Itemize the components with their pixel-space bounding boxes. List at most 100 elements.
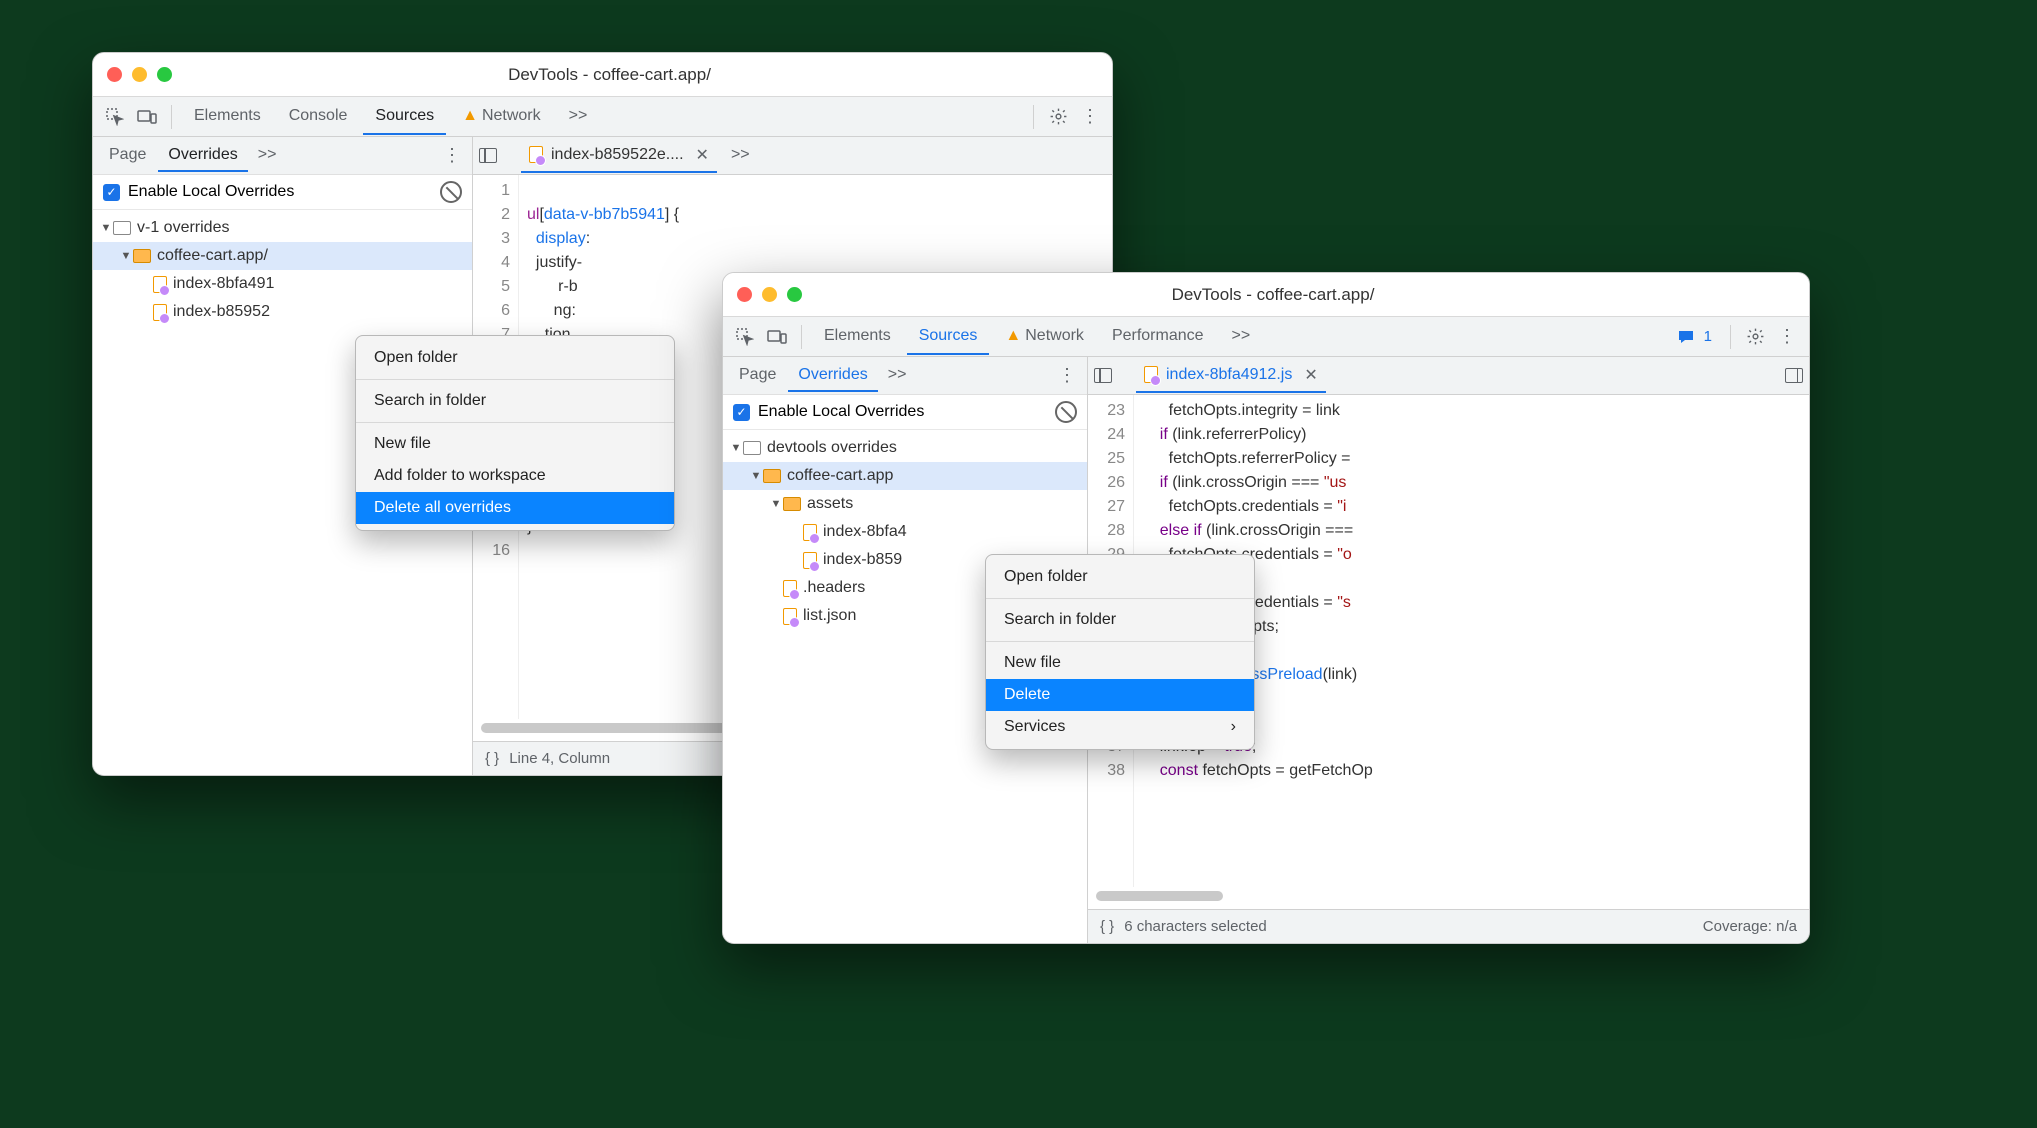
tab-network[interactable]: ▲Network <box>450 99 553 135</box>
menu-services-label: Services <box>1004 718 1065 736</box>
menu-search-folder[interactable]: Search in folder <box>356 385 674 417</box>
close-icon[interactable] <box>737 287 752 302</box>
file-icon <box>153 304 167 321</box>
kebab-icon[interactable]: ⋮ <box>438 142 466 170</box>
tree-file[interactable]: index-8bfa491 <box>93 270 472 298</box>
tabs-more[interactable]: >> <box>557 99 600 135</box>
braces-icon[interactable]: { } <box>485 750 499 767</box>
main-toolbar: Elements Console Sources ▲Network >> ⋮ <box>93 97 1112 137</box>
sidebar-tabs: Page Overrides >> ⋮ <box>723 357 1087 395</box>
gear-icon[interactable] <box>1741 323 1769 351</box>
folder-icon <box>113 221 131 235</box>
menu-new-file[interactable]: New file <box>356 428 674 460</box>
panel-right-icon[interactable] <box>1785 368 1803 383</box>
tabs-more[interactable]: >> <box>1220 319 1263 355</box>
scrollbar-horizontal[interactable] <box>1096 891 1801 905</box>
menu-open-folder[interactable]: Open folder <box>356 342 674 374</box>
tab-console[interactable]: Console <box>277 99 360 135</box>
context-menu: Open folder Search in folder New file Ad… <box>355 335 675 531</box>
sidebar-tab-overrides[interactable]: Overrides <box>788 360 877 392</box>
titlebar: DevTools - coffee-cart.app/ <box>93 53 1112 97</box>
editor-tab[interactable]: index-8bfa4912.js✕ <box>1136 359 1326 393</box>
editor-tab-label: index-b859522e.... <box>551 146 684 164</box>
menu-open-folder[interactable]: Open folder <box>986 561 1254 593</box>
tree-root[interactable]: ▼v-1 overrides <box>93 214 472 242</box>
clear-icon[interactable] <box>1055 401 1077 423</box>
menu-services[interactable]: Services › <box>986 711 1254 743</box>
fullscreen-icon[interactable] <box>157 67 172 82</box>
separator <box>171 105 172 129</box>
coverage-status: Coverage: n/a <box>1703 918 1797 935</box>
menu-delete[interactable]: Delete <box>986 679 1254 711</box>
sidebar-tabs-more[interactable]: >> <box>880 360 915 392</box>
inspect-icon[interactable] <box>731 323 759 351</box>
menu-separator <box>986 598 1254 599</box>
editor-tabs: index-8bfa4912.js✕ <box>1088 357 1809 395</box>
messages-icon[interactable] <box>1672 323 1700 351</box>
tab-sources[interactable]: Sources <box>363 99 446 135</box>
tab-performance[interactable]: Performance <box>1100 319 1216 355</box>
clear-icon[interactable] <box>440 181 462 203</box>
file-icon <box>529 146 543 163</box>
menu-add-workspace[interactable]: Add folder to workspace <box>356 460 674 492</box>
fullscreen-icon[interactable] <box>787 287 802 302</box>
menu-delete-all-overrides[interactable]: Delete all overrides <box>356 492 674 524</box>
folder-open-icon <box>133 249 151 263</box>
separator <box>1033 105 1034 129</box>
messages-count: 1 <box>1704 328 1712 345</box>
tab-sources[interactable]: Sources <box>907 319 990 355</box>
context-menu: Open folder Search in folder New file De… <box>985 554 1255 750</box>
sidebar-tab-overrides[interactable]: Overrides <box>158 140 247 172</box>
close-tab-icon[interactable]: ✕ <box>1304 365 1317 385</box>
tree-domain[interactable]: ▼coffee-cart.app/ <box>93 242 472 270</box>
menu-new-file[interactable]: New file <box>986 647 1254 679</box>
titlebar: DevTools - coffee-cart.app/ <box>723 273 1809 317</box>
kebab-icon[interactable]: ⋮ <box>1773 323 1801 351</box>
inspect-icon[interactable] <box>101 103 129 131</box>
tree-label: index-b85952 <box>173 303 270 321</box>
tree-assets[interactable]: ▼assets <box>723 490 1087 518</box>
minimize-icon[interactable] <box>762 287 777 302</box>
file-icon <box>783 608 797 625</box>
panel-left-icon[interactable] <box>479 148 497 163</box>
enable-overrides-checkbox[interactable]: ✓ <box>733 404 750 421</box>
editor-tab[interactable]: index-b859522e.... ✕ <box>521 139 717 173</box>
tree-label: coffee-cart.app <box>787 467 893 485</box>
device-icon[interactable] <box>763 323 791 351</box>
menu-search-folder[interactable]: Search in folder <box>986 604 1254 636</box>
enable-overrides-checkbox[interactable]: ✓ <box>103 184 120 201</box>
kebab-icon[interactable]: ⋮ <box>1076 103 1104 131</box>
tree-label: coffee-cart.app/ <box>157 247 268 265</box>
tree-root[interactable]: ▼devtools overrides <box>723 434 1087 462</box>
close-tab-icon[interactable]: ✕ <box>696 145 709 165</box>
tree-label: devtools overrides <box>767 439 897 457</box>
enable-overrides-row: ✓ Enable Local Overrides <box>723 395 1087 430</box>
editor-tabs-more[interactable]: >> <box>725 140 756 172</box>
close-icon[interactable] <box>107 67 122 82</box>
folder-open-icon <box>763 469 781 483</box>
tab-elements[interactable]: Elements <box>182 99 273 135</box>
tab-network-label: Network <box>1025 327 1084 344</box>
panel-left-icon[interactable] <box>1094 368 1112 383</box>
file-icon <box>803 552 817 569</box>
tree-file[interactable]: index-8bfa4 <box>723 518 1087 546</box>
braces-icon[interactable]: { } <box>1100 918 1114 935</box>
tree-file[interactable]: index-b85952 <box>93 298 472 326</box>
status-bar: { } 6 characters selected Coverage: n/a <box>1088 909 1809 943</box>
tree-domain[interactable]: ▼coffee-cart.app <box>723 462 1087 490</box>
tree-label: v-1 overrides <box>137 219 229 237</box>
sidebar-tabs-more[interactable]: >> <box>250 140 285 172</box>
gear-icon[interactable] <box>1044 103 1072 131</box>
tab-elements[interactable]: Elements <box>812 319 903 355</box>
minimize-icon[interactable] <box>132 67 147 82</box>
chevron-right-icon: › <box>1231 718 1236 736</box>
tab-network[interactable]: ▲Network <box>993 319 1096 355</box>
sidebar-tab-page[interactable]: Page <box>99 140 156 172</box>
sidebar-tab-page[interactable]: Page <box>729 360 786 392</box>
enable-overrides-row: ✓ Enable Local Overrides <box>93 175 472 210</box>
folder-open-icon <box>783 497 801 511</box>
separator <box>801 325 802 349</box>
device-icon[interactable] <box>133 103 161 131</box>
kebab-icon[interactable]: ⋮ <box>1053 362 1081 390</box>
warning-icon: ▲ <box>462 107 478 124</box>
